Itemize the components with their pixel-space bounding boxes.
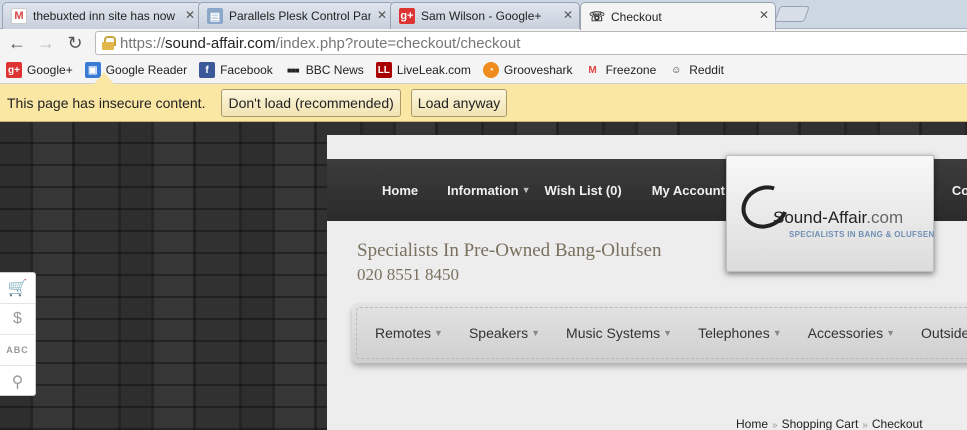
chevron-down-icon: ▼: [772, 328, 782, 338]
breadcrumb-separator-icon: »: [772, 420, 778, 430]
bookmark-bbc-news[interactable]: ■■■ BBC News: [285, 62, 364, 78]
liveleak-icon: LL: [375, 62, 392, 78]
tab-label: Sam Wilson - Google+: [421, 9, 542, 23]
search-icon[interactable]: ⚲: [0, 366, 35, 397]
tab-checkout[interactable]: ☏ Checkout ✕: [580, 2, 776, 30]
grooveshark-icon: ◔: [482, 62, 499, 78]
bookmark-grooveshark[interactable]: ◔ Grooveshark: [482, 62, 573, 78]
bookmark-label: Google Reader: [105, 63, 188, 77]
bookmark-label: Google+: [27, 63, 73, 77]
bookmark-liveleak[interactable]: LL LiveLeak.com: [375, 62, 471, 78]
tab-plesk[interactable]: ▤ Parallels Plesk Control Pan ✕: [198, 2, 394, 29]
new-tab-button[interactable]: [774, 6, 810, 22]
url-host: sound-affair.com: [165, 34, 276, 52]
breadcrumb-separator-icon: »: [862, 420, 868, 430]
bookmark-freezone[interactable]: M Freezone: [585, 62, 657, 78]
back-icon[interactable]: ←: [6, 32, 28, 54]
category-label: Remotes: [375, 325, 432, 341]
site-logo[interactable]: Sound-Affair.com SPECIALISTS IN BANG & O…: [726, 155, 934, 272]
tab-google-plus[interactable]: g+ Sam Wilson - Google+ ✕: [390, 2, 580, 29]
category-telephones[interactable]: Telephones ▼: [698, 325, 782, 341]
cart-icon[interactable]: 🛒: [0, 273, 35, 304]
google-plus-icon: g+: [399, 8, 415, 24]
category-accessories[interactable]: Accessories ▼: [808, 325, 895, 341]
side-toolbar: 🛒 $ ABC ⚲: [0, 272, 36, 396]
site-phone: 020 8551 8450: [357, 265, 459, 284]
nav-label: Information: [447, 182, 519, 198]
insecure-content-infobar: This page has insecure content. Don't lo…: [0, 84, 967, 122]
address-bar[interactable]: https://sound-affair.com/index.php?route…: [95, 31, 967, 55]
bookmark-reddit[interactable]: ☺ Reddit: [668, 62, 724, 78]
facebook-icon: f: [199, 62, 216, 78]
nav-home[interactable]: Home: [382, 183, 418, 198]
close-icon[interactable]: ✕: [185, 8, 195, 22]
url-path: /index.php?route=checkout/checkout: [275, 34, 521, 52]
nav-information[interactable]: Information ▼: [447, 183, 530, 198]
tab-label: Checkout: [611, 9, 662, 24]
site-tagline: Specialists In Pre-Owned Bang-Olufsen: [357, 240, 662, 261]
category-remotes[interactable]: Remotes ▼: [375, 325, 443, 341]
gmail-icon: M: [11, 8, 27, 24]
category-menu: Remotes ▼ Speakers ▼ Music Systems ▼ Teleph…: [352, 303, 967, 363]
bookmark-facebook[interactable]: f Facebook: [199, 62, 273, 78]
bookmark-label: LiveLeak.com: [396, 63, 471, 77]
reddit-icon: ☺: [671, 64, 682, 76]
infobar-pointer: [94, 72, 114, 84]
site-container: Home Information ▼ Wish List (0) My Accou…: [327, 135, 967, 430]
bookmark-label: Reddit: [689, 63, 724, 77]
breadcrumb: Home» Shopping Cart» Checkout: [736, 417, 923, 430]
plesk-icon: ▤: [207, 8, 223, 24]
category-music-systems[interactable]: Music Systems ▼: [566, 325, 672, 341]
load-anyway-button[interactable]: Load anyway: [410, 88, 508, 117]
close-icon[interactable]: ✕: [377, 8, 387, 22]
abc-icon[interactable]: ABC: [0, 335, 35, 366]
category-label: Music Systems: [566, 325, 661, 341]
google-plus-icon: g+: [6, 62, 22, 78]
dont-load-button[interactable]: Don't load (recommended): [221, 88, 401, 117]
url-scheme: https://: [120, 34, 166, 52]
category-speakers[interactable]: Speakers ▼: [469, 325, 540, 341]
insecure-lock-icon[interactable]: [102, 36, 116, 50]
bookmark-label: Grooveshark: [503, 63, 573, 77]
dollar-icon[interactable]: $: [0, 304, 35, 335]
logo-text: Sound-Affair.com: [773, 208, 903, 228]
tab-thebuxted[interactable]: M thebuxted inn site has now ✕: [2, 2, 202, 29]
bookmark-label: BBC News: [305, 63, 364, 77]
category-label: Telephones: [698, 325, 770, 341]
logo-name: Sound-Affair: [773, 208, 867, 227]
reload-icon[interactable]: ↻: [64, 32, 86, 54]
breadcrumb-checkout[interactable]: Checkout: [872, 417, 923, 430]
chevron-down-icon: ▼: [531, 328, 541, 338]
tab-strip: M thebuxted inn site has now ✕ ▤ Paralle…: [0, 0, 967, 30]
chevron-down-icon: ▼: [663, 328, 673, 338]
chevron-down-icon: ▼: [886, 328, 896, 338]
infobar-message: This page has insecure content.: [7, 94, 206, 111]
forward-icon[interactable]: →: [35, 32, 57, 54]
bookmark-label: Freezone: [605, 63, 657, 77]
nav-my-account[interactable]: My Account: [652, 183, 725, 198]
breadcrumb-shopping-cart[interactable]: Shopping Cart: [782, 417, 859, 430]
page-viewport: 🛒 $ ABC ⚲ Home Information ▼ Wish List (0…: [0, 122, 967, 430]
category-label: Accessories: [807, 325, 884, 341]
logo-tld: .com: [866, 208, 904, 227]
chevron-down-icon: ▼: [521, 185, 531, 195]
gmail-icon: M: [588, 64, 597, 76]
category-outside-speakers[interactable]: Outside Spea: [921, 325, 967, 341]
bookmark-google-plus[interactable]: g+ Google+: [6, 62, 73, 78]
tab-label: thebuxted inn site has now: [33, 9, 176, 23]
logo-tagline: SPECIALISTS IN BANG & OLUFSEN: [789, 230, 935, 239]
bookmarks-bar: g+ Google+ ▣ Google Reader f Facebook ■■■ BB…: [0, 57, 967, 84]
nav-wish-list[interactable]: Wish List (0): [545, 183, 622, 198]
category-label: Speakers: [468, 325, 529, 341]
chevron-down-icon: ▼: [434, 328, 443, 338]
close-icon[interactable]: ✕: [759, 8, 769, 22]
phone-favicon-icon: ☏: [588, 8, 606, 24]
close-icon[interactable]: ✕: [563, 8, 573, 22]
nav-checkout-partial[interactable]: Co: [952, 183, 967, 198]
bbc-icon: ■■■: [287, 65, 300, 75]
bookmark-label: Facebook: [220, 63, 273, 77]
tab-label: Parallels Plesk Control Pan: [229, 9, 371, 23]
breadcrumb-home[interactable]: Home: [736, 417, 768, 430]
browser-toolbar: ← → ↻ https://sound-affair.com/index.php…: [0, 29, 967, 57]
